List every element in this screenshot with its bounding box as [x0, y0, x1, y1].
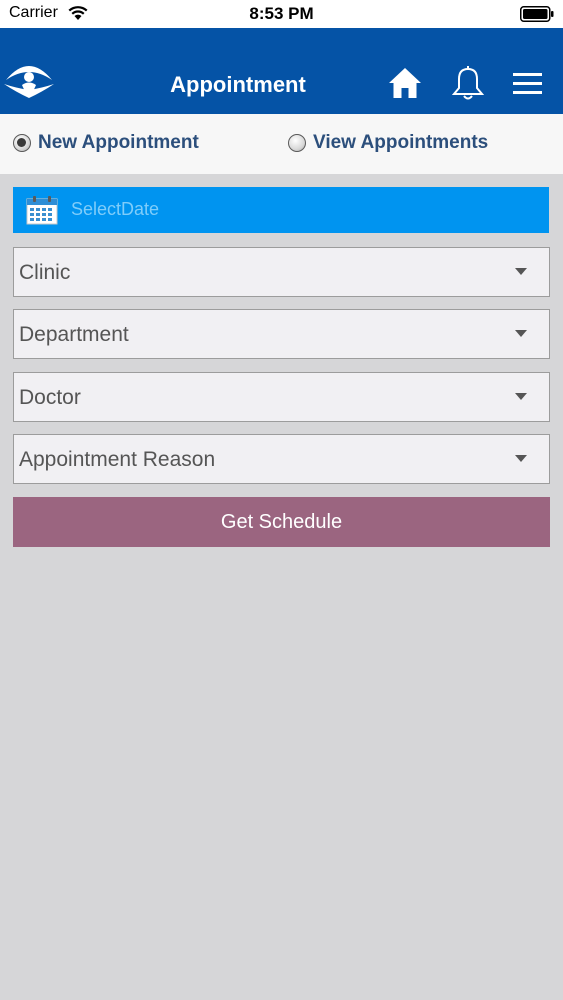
doctor-select[interactable]: Doctor	[13, 372, 550, 422]
view-appointments-radio[interactable]: View Appointments	[288, 130, 488, 156]
status-bar: Carrier 8:53 PM	[0, 0, 563, 28]
home-icon[interactable]	[388, 66, 422, 100]
get-schedule-button[interactable]: Get Schedule	[13, 497, 550, 547]
doctor-select-label: Doctor	[19, 386, 81, 409]
radio-checked-icon	[13, 134, 31, 152]
appointment-mode-tabs: New Appointment View Appointments	[0, 114, 563, 174]
clinic-select-label: Clinic	[19, 261, 71, 284]
new-appointment-radio[interactable]: New Appointment	[13, 130, 199, 156]
battery-icon	[520, 6, 554, 22]
appointment-reason-select-label: Appointment Reason	[19, 448, 216, 471]
calendar-icon	[26, 196, 58, 225]
chevron-down-icon	[515, 268, 527, 275]
chevron-down-icon	[515, 393, 527, 400]
bell-icon[interactable]	[451, 66, 485, 102]
clinic-select[interactable]: Clinic	[13, 247, 550, 297]
menu-icon[interactable]	[513, 72, 543, 96]
view-appointments-label: View Appointments	[313, 132, 489, 153]
department-select[interactable]: Department	[13, 309, 550, 359]
chevron-down-icon	[515, 455, 527, 462]
chevron-down-icon	[515, 330, 527, 337]
appointment-reason-select[interactable]: Appointment Reason	[13, 434, 550, 484]
new-appointment-label: New Appointment	[38, 132, 199, 153]
select-date-field[interactable]: SelectDate	[13, 187, 549, 233]
page-title: Appointment	[170, 72, 306, 97]
select-date-placeholder: SelectDate	[71, 199, 160, 219]
radio-unchecked-icon	[288, 134, 306, 152]
clock-time: 8:53 PM	[249, 4, 314, 23]
navigation-bar: Appointment	[0, 28, 563, 114]
department-select-label: Department	[19, 323, 129, 346]
logo-icon	[4, 66, 54, 98]
